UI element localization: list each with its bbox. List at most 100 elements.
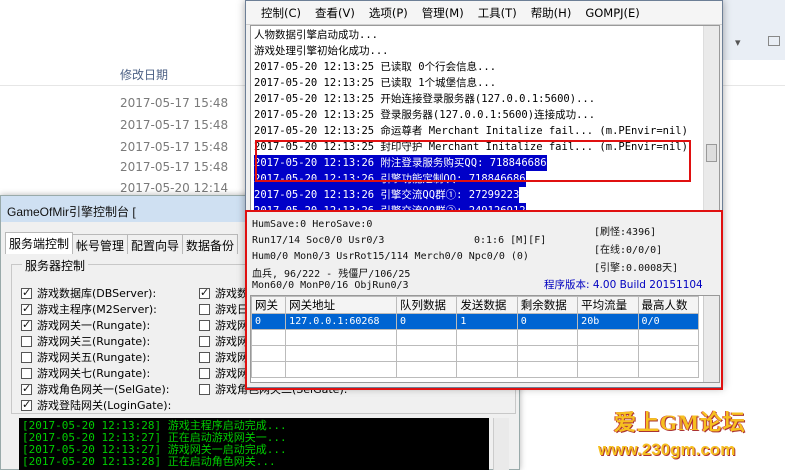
table-cell — [577, 345, 639, 362]
checkbox-box[interactable] — [21, 398, 32, 411]
checkbox-box[interactable] — [21, 382, 32, 395]
column-header[interactable]: 剩余数据 — [516, 296, 579, 314]
checkbox-label: 游戏主程序(M2Server): — [37, 303, 157, 316]
server-checkbox[interactable]: 游戏网关七(Rungate): — [21, 366, 150, 380]
menu-help[interactable]: 帮助(H) — [524, 4, 579, 24]
table-scrollbar[interactable] — [703, 296, 719, 382]
table-cell — [456, 345, 518, 362]
column-header[interactable]: 队列数据 — [396, 296, 458, 314]
column-header-modified-date[interactable]: 修改日期 — [120, 66, 168, 83]
file-date: 2017-05-17 15:48 — [120, 140, 229, 154]
server-checkbox[interactable]: 游戏网 — [199, 334, 248, 348]
checkbox-box[interactable] — [21, 318, 32, 331]
checkbox-box[interactable] — [21, 302, 32, 315]
menu-view[interactable]: 查看(V) — [308, 4, 362, 24]
menu-gompj[interactable]: GOMPJ(E) — [578, 4, 646, 24]
table-cell — [637, 361, 700, 378]
server-checkbox[interactable]: 游戏日 — [199, 302, 248, 316]
column-header[interactable]: 最高人数 — [637, 296, 700, 314]
menu-tools[interactable]: 工具(T) — [471, 4, 524, 24]
explorer-toolbar-right — [720, 0, 785, 60]
table-cell — [250, 329, 287, 346]
server-checkbox[interactable]: 游戏登陆网关(LoginGate): — [21, 398, 171, 412]
table-cell — [250, 345, 287, 362]
menu-bar: 控制(C) 查看(V) 选项(P) 管理(M) 工具(T) 帮助(H) GOMP… — [246, 1, 722, 25]
table-cell: 20b — [577, 313, 639, 330]
engine-log-line: 2017-05-20 12:13:25 已读取 1个城堡信息... — [254, 77, 497, 89]
checkbox-box[interactable] — [199, 383, 210, 395]
scrollbar-thumb[interactable] — [706, 144, 717, 162]
menu-options[interactable]: 选项(P) — [362, 4, 415, 24]
table-cell — [285, 361, 398, 378]
checkbox-box[interactable] — [21, 286, 32, 299]
checkbox-box[interactable] — [199, 351, 210, 363]
table-cell: 0/0 — [637, 313, 700, 330]
menu-manage[interactable]: 管理(M) — [415, 4, 471, 24]
engine-log-box[interactable]: 人物数据引擎启动成功... 游戏处理引擎初始化成功... 2017-05-20 12… — [250, 25, 720, 211]
watermark-url: www.230gm.com — [598, 440, 736, 459]
engine-log-line: 2017-05-20 12:13:26 引擎交流QQ群①: 27299223 — [254, 187, 520, 203]
table-cell — [516, 361, 579, 378]
log-line: [2017-05-20 12:13:28] 正在启动角色网关... — [22, 455, 276, 468]
column-header[interactable]: 网关 — [250, 296, 287, 314]
checkbox-box[interactable] — [199, 303, 210, 315]
table-row[interactable]: 0 127.0.0.1:60268 0 1 0 20b 0/0 — [250, 313, 700, 330]
table-cell — [516, 345, 579, 362]
engine-main-window: 控制(C) 查看(V) 选项(P) 管理(M) 工具(T) 帮助(H) GOMP… — [245, 0, 723, 388]
table-cell — [250, 361, 287, 378]
checkbox-label: 游戏角色网关一(SelGate): — [37, 383, 170, 396]
table-cell — [285, 329, 398, 346]
checkbox-label: 游戏网 — [215, 335, 248, 348]
table-body: 0 127.0.0.1:60268 0 1 0 20b 0/0 — [250, 313, 700, 378]
column-header[interactable]: 平均流量 — [577, 296, 639, 314]
stat-run: Run17/14 Soc0/0 Usr0/3 — [252, 235, 385, 246]
table-cell — [577, 329, 639, 346]
table-cell: 1 — [456, 313, 518, 330]
server-checkbox[interactable]: 游戏数据库(DBServer): — [21, 286, 156, 300]
column-header[interactable]: 发送数据 — [456, 296, 518, 314]
console-log: [2017-05-20 12:13:28] 游戏主程序启动完成... [2017… — [19, 418, 489, 470]
checkbox-box[interactable] — [199, 319, 210, 331]
checkbox-label: 游戏登陆网关(LoginGate): — [37, 399, 172, 412]
tab-account-management[interactable]: 帐号管理 — [72, 234, 129, 254]
tab-server-control[interactable]: 服务端控制 — [5, 232, 74, 254]
engine-log-scrollbar[interactable] — [703, 26, 719, 210]
checkbox-label: 游戏网 — [215, 367, 248, 380]
column-header[interactable]: 网关地址 — [285, 296, 398, 314]
watermark-logo: 爱上GM论坛 www.230gm.com — [598, 405, 785, 470]
chevron-down-icon[interactable]: ▾ — [735, 36, 741, 49]
checkbox-box[interactable] — [199, 286, 210, 299]
server-checkbox[interactable]: 游戏网 — [199, 350, 248, 364]
server-checkbox[interactable]: 游戏数 — [199, 286, 248, 300]
engine-log-line: 游戏处理引擎初始化成功... — [254, 45, 389, 57]
checkbox-box[interactable] — [21, 335, 32, 347]
server-checkbox[interactable]: 游戏网关一(Rungate): — [21, 318, 150, 332]
window-pane-icon[interactable] — [768, 36, 780, 46]
checkbox-box[interactable] — [199, 335, 210, 347]
engine-log-line: 2017-05-20 12:13:25 命运尊者 Merchant Inital… — [254, 125, 688, 137]
gateway-table[interactable]: 网关 网关地址 队列数据 发送数据 剩余数据 平均流量 最高人数 0 127.0.0.1:60… — [250, 295, 720, 383]
tab-data-backup[interactable]: 数据备份 — [182, 234, 239, 254]
server-checkbox[interactable]: 游戏角色网关一(SelGate): — [21, 382, 169, 396]
server-checkbox[interactable]: 游戏主程序(M2Server): — [21, 302, 157, 316]
table-row-empty — [250, 361, 700, 378]
server-checkbox[interactable]: 游戏网 — [199, 318, 248, 332]
checkbox-box[interactable] — [199, 367, 210, 379]
console-log-scrollbar[interactable] — [493, 418, 509, 470]
table-cell: 0 — [396, 313, 458, 330]
file-date: 2017-05-17 15:48 — [120, 160, 229, 174]
table-cell — [456, 329, 518, 346]
checkbox-box[interactable] — [21, 351, 32, 363]
checkbox-box[interactable] — [21, 367, 32, 379]
tab-config-wizard[interactable]: 配置向导 — [127, 234, 184, 254]
stat-time: 0:1:6 [M][F] — [474, 235, 547, 246]
engine-log-line: 2017-05-20 12:13:25 开始连接登录服务器(127.0.0.1:… — [254, 93, 596, 105]
table-cell — [396, 345, 458, 362]
server-checkbox[interactable]: 游戏网 — [199, 366, 248, 380]
server-checkbox[interactable]: 游戏网关五(Rungate): — [21, 350, 150, 364]
server-checkbox[interactable]: 游戏网关三(Rungate): — [21, 334, 150, 348]
menu-control[interactable]: 控制(C) — [254, 4, 308, 24]
checkbox-label: 游戏数据库(DBServer): — [37, 287, 157, 300]
table-cell — [637, 345, 700, 362]
table-cell — [396, 361, 458, 378]
